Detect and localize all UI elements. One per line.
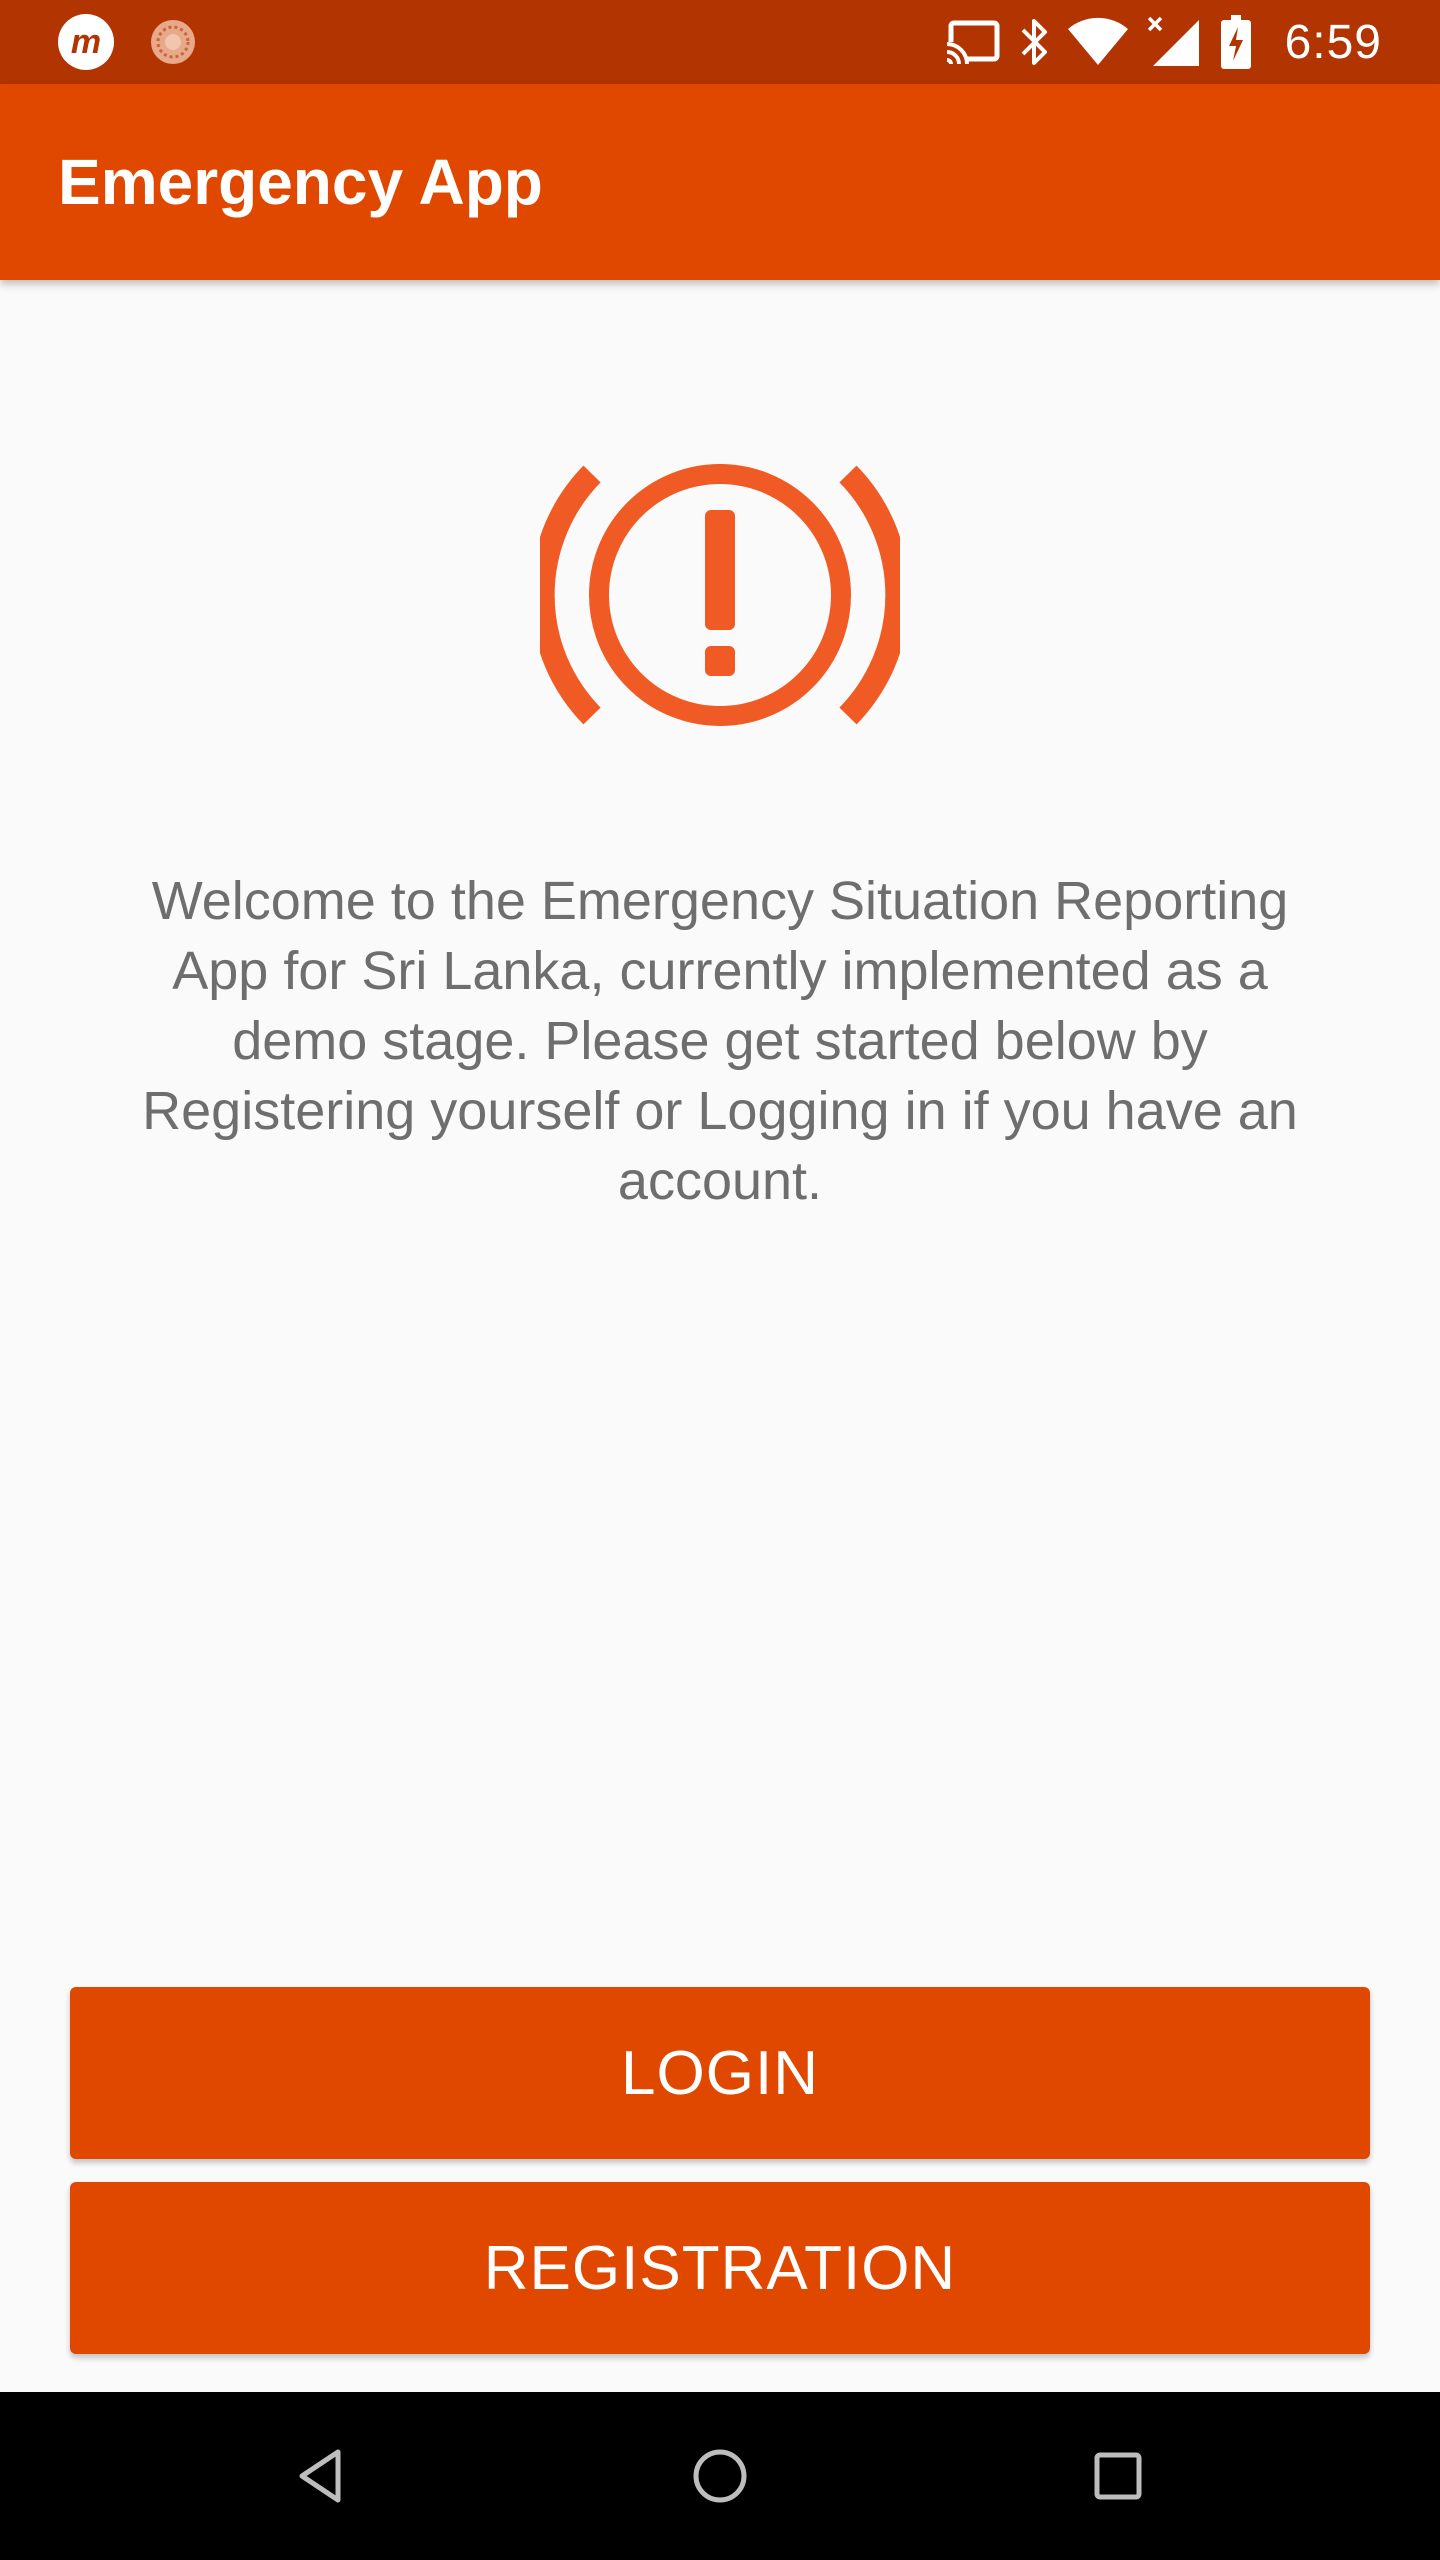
notification-icons: m (58, 14, 198, 70)
cellular-no-signal-icon (1147, 16, 1203, 68)
registration-button[interactable]: REGISTRATION (70, 2182, 1370, 2354)
emergency-alert-icon (540, 464, 900, 726)
system-status-icons: 6:59 (944, 10, 1382, 74)
battery-charging-icon (1220, 15, 1251, 69)
cast-icon (944, 20, 1001, 64)
svg-text:m: m (71, 23, 101, 61)
home-icon[interactable] (678, 2434, 762, 2518)
login-button[interactable]: LOGIN (70, 1987, 1370, 2159)
recents-icon[interactable] (1076, 2434, 1160, 2518)
loading-spinner-icon (151, 20, 195, 64)
app-title: Emergency App (58, 146, 543, 218)
app-bar: Emergency App (0, 84, 1440, 280)
clock: 6:59 (1284, 15, 1382, 69)
back-icon[interactable] (280, 2434, 364, 2518)
m-app-icon: m (58, 14, 114, 70)
wifi-icon (1067, 17, 1129, 67)
welcome-message: Welcome to the Emergency Situation Repor… (142, 871, 1298, 1211)
system-navigation-bar (0, 2392, 1440, 2560)
bluetooth-icon (1019, 16, 1049, 68)
status-bar: m 6:59 (0, 0, 1440, 84)
